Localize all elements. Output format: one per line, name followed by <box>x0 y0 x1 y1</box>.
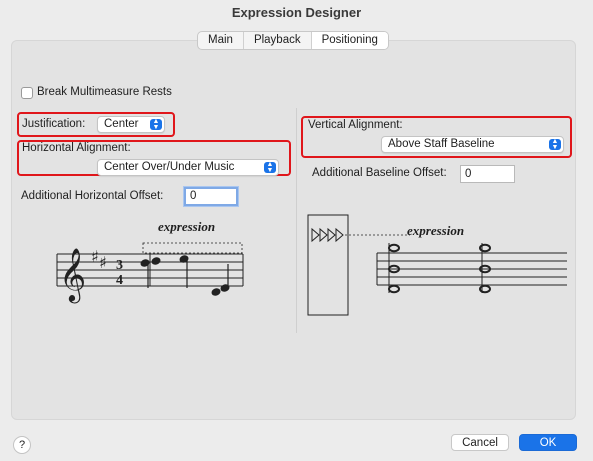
vertical-alignment-popup[interactable]: Above Staff Baseline ▲ ▼ <box>381 136 564 153</box>
svg-text:♯: ♯ <box>99 253 107 272</box>
vertical-preview-expression: expression <box>407 223 465 238</box>
horizontal-alignment-value: Center Over/Under Music <box>104 161 235 173</box>
treble-clef-icon: 𝄞 <box>59 247 86 303</box>
popup-stepper-icon: ▲ ▼ <box>549 138 561 151</box>
horizontal-preview: 𝄞 ♯ ♯ 3 4 expression <box>50 218 250 308</box>
horizontal-preview-expression: expression <box>158 219 216 234</box>
svg-text:3: 3 <box>116 258 123 273</box>
baseline-offset-input[interactable]: 0 <box>460 165 515 183</box>
popup-stepper-icon: ▲ ▼ <box>150 118 162 131</box>
popup-stepper-icon: ▲ ▼ <box>264 161 276 174</box>
justification-value: Center <box>104 118 139 130</box>
ok-button[interactable]: OK <box>519 434 577 451</box>
tab-main[interactable]: Main <box>198 32 244 49</box>
justification-popup[interactable]: Center ▲ ▼ <box>97 116 165 133</box>
help-icon[interactable]: ? <box>13 436 31 454</box>
break-rests-label: Break Multimeasure Rests <box>37 86 172 98</box>
vertical-preview: expression <box>305 213 570 318</box>
break-rests-checkbox[interactable] <box>21 87 33 99</box>
tab-playback[interactable]: Playback <box>244 32 312 49</box>
tab-bar: Main Playback Positioning <box>197 31 389 50</box>
horizontal-offset-label: Additional Horizontal Offset: <box>21 190 164 202</box>
horizontal-offset-input[interactable]: 0 <box>184 187 238 206</box>
vertical-alignment-value: Above Staff Baseline <box>388 138 495 150</box>
svg-text:♯: ♯ <box>91 247 99 266</box>
horizontal-alignment-popup[interactable]: Center Over/Under Music ▲ ▼ <box>97 159 279 176</box>
baseline-offset-label: Additional Baseline Offset: <box>312 167 447 179</box>
vertical-alignment-label: Vertical Alignment: <box>308 119 403 131</box>
tab-positioning[interactable]: Positioning <box>311 32 388 49</box>
column-divider <box>296 108 297 333</box>
window-title: Expression Designer <box>231 5 362 20</box>
horizontal-alignment-label: Horizontal Alignment: <box>22 142 131 154</box>
justification-label: Justification: <box>22 118 86 130</box>
svg-text:4: 4 <box>116 273 123 288</box>
cancel-button[interactable]: Cancel <box>451 434 509 451</box>
